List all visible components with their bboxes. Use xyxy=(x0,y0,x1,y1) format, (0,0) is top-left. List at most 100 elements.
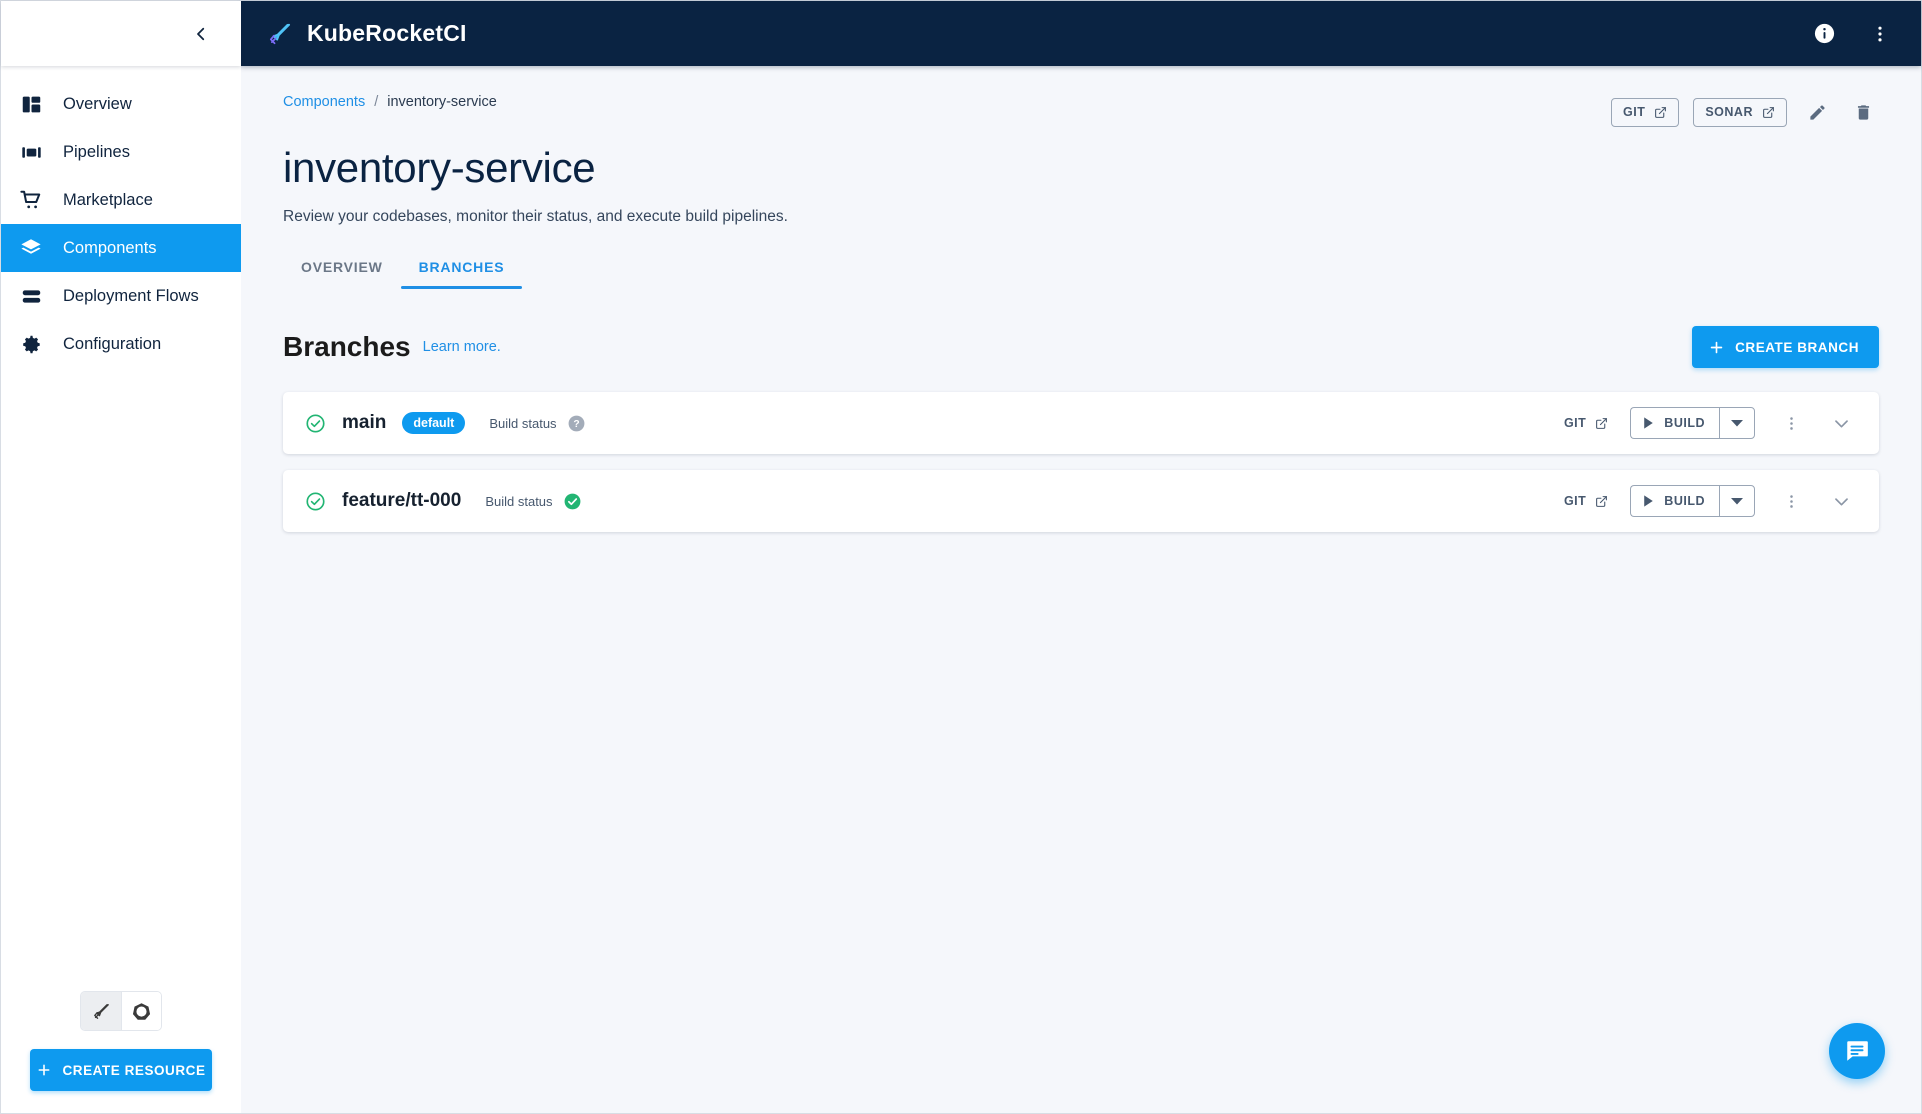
branch-git-link[interactable]: GIT xyxy=(1564,416,1608,430)
sidebar-item-pipelines[interactable]: Pipelines xyxy=(1,128,241,176)
branch-kebab-menu-button[interactable] xyxy=(1777,487,1805,515)
build-dropdown-button[interactable] xyxy=(1719,407,1755,439)
breadcrumb: Components / inventory-service xyxy=(283,94,497,110)
branch-git-link[interactable]: GIT xyxy=(1564,494,1608,508)
brand-name: KubeRocketCI xyxy=(307,20,467,46)
sidebar-item-label: Marketplace xyxy=(63,190,153,209)
external-link-icon xyxy=(1654,106,1667,119)
check-circle-outline-icon xyxy=(305,491,326,512)
chat-bubble-icon xyxy=(1844,1038,1870,1064)
status-badge: default xyxy=(402,412,466,434)
git-button-label: GIT xyxy=(1623,105,1646,119)
kubernetes-icon xyxy=(132,1002,151,1021)
chat-button[interactable] xyxy=(1829,1023,1885,1079)
sidebar-item-label: Pipelines xyxy=(63,142,130,161)
caret-down-icon xyxy=(1731,419,1743,427)
sidebar-item-label: Components xyxy=(63,238,157,257)
tab-branches[interactable]: BRANCHES xyxy=(400,259,523,289)
sidebar-collapse-button[interactable] xyxy=(185,18,217,50)
branch-kebab-menu-button[interactable] xyxy=(1777,409,1805,437)
branch-name: main xyxy=(342,412,387,433)
build-status: Build status xyxy=(485,492,581,511)
sonar-button[interactable]: SONAR xyxy=(1693,97,1787,127)
sidebar-item-deployment-flows[interactable]: Deployment Flows xyxy=(1,272,241,320)
chevron-down-icon xyxy=(1832,492,1851,511)
gear-icon xyxy=(17,330,45,358)
branches-title: Branches xyxy=(283,331,411,362)
delete-component-button[interactable] xyxy=(1847,96,1879,128)
header-actions: GIT SONAR xyxy=(1611,94,1879,128)
branch-name: feature/tt-000 xyxy=(342,490,462,511)
trash-icon xyxy=(1854,103,1873,122)
create-branch-button[interactable]: CREATE BRANCH xyxy=(1692,326,1879,368)
table-row[interactable]: main default Build status ? GIT BUILD xyxy=(283,392,1879,454)
build-button[interactable]: BUILD xyxy=(1630,485,1719,517)
build-status-label: Build status xyxy=(489,415,557,431)
pencil-icon xyxy=(1808,103,1827,122)
create-branch-label: CREATE BRANCH xyxy=(1735,339,1859,355)
learn-more-link[interactable]: Learn more. xyxy=(423,339,501,355)
page-title: inventory-service xyxy=(283,144,596,191)
chevron-down-icon xyxy=(1832,414,1851,433)
build-dropdown-button[interactable] xyxy=(1719,485,1755,517)
layers-icon xyxy=(17,234,45,262)
svg-text:?: ? xyxy=(573,419,579,430)
kebab-menu-icon xyxy=(1783,415,1800,432)
branch-identity: feature/tt-000 Build status xyxy=(305,490,582,512)
sidebar-item-configuration[interactable]: Configuration xyxy=(1,320,241,368)
table-row[interactable]: feature/tt-000 Build status GIT BUILD xyxy=(283,470,1879,532)
branch-expand-button[interactable] xyxy=(1827,487,1855,515)
plus-icon xyxy=(1708,339,1725,356)
branch-expand-button[interactable] xyxy=(1827,409,1855,437)
git-button[interactable]: GIT xyxy=(1611,97,1680,127)
build-status-label: Build status xyxy=(485,493,553,509)
page-subtitle: Review your codebases, monitor their sta… xyxy=(283,208,788,225)
chevron-left-icon xyxy=(192,25,210,43)
mode-button-krci[interactable] xyxy=(81,992,121,1030)
check-circle-filled-icon[interactable] xyxy=(563,492,582,511)
info-icon xyxy=(1813,22,1836,45)
branch-identity: main default Build status ? xyxy=(305,412,586,434)
sidebar-item-marketplace[interactable]: Marketplace xyxy=(1,176,241,224)
sidebar-footer: CREATE RESOURCE xyxy=(1,991,241,1113)
check-circle-outline-icon xyxy=(305,413,326,434)
flows-icon xyxy=(17,282,45,310)
tab-overview[interactable]: OVERVIEW xyxy=(283,259,401,289)
tab-bar: OVERVIEW BRANCHES xyxy=(283,259,1879,290)
build-button[interactable]: BUILD xyxy=(1630,407,1719,439)
branches-section-header: Branches Learn more. CREATE BRANCH xyxy=(283,326,1879,368)
brand[interactable]: KubeRocketCI xyxy=(267,20,467,47)
mode-button-kubernetes[interactable] xyxy=(121,992,161,1030)
kebab-menu-icon xyxy=(1783,493,1800,510)
info-button[interactable] xyxy=(1809,19,1839,49)
cart-icon xyxy=(17,186,45,214)
create-resource-button[interactable]: CREATE RESOURCE xyxy=(30,1049,212,1091)
topbar-menu-button[interactable] xyxy=(1865,19,1895,49)
sidebar: Overview Pipelines Marketplace Component… xyxy=(1,1,241,1113)
caret-down-icon xyxy=(1731,497,1743,505)
edit-component-button[interactable] xyxy=(1801,96,1833,128)
sidebar-item-components[interactable]: Components xyxy=(1,224,241,272)
branches-list: main default Build status ? GIT BUILD fe… xyxy=(283,392,1879,532)
sonar-button-label: SONAR xyxy=(1705,105,1753,119)
sidebar-header xyxy=(1,1,241,66)
topbar: KubeRocketCI xyxy=(241,1,1921,66)
page-content: Components / inventory-service GIT SONAR xyxy=(241,66,1921,1113)
breadcrumb-link-components[interactable]: Components xyxy=(283,94,365,110)
sidebar-item-label: Overview xyxy=(63,94,132,113)
build-status: Build status ? xyxy=(489,414,585,433)
create-resource-label: CREATE RESOURCE xyxy=(62,1062,206,1078)
breadcrumb-separator: / xyxy=(374,94,379,110)
application-window: Overview Pipelines Marketplace Component… xyxy=(0,0,1922,1114)
mode-switch xyxy=(80,991,162,1031)
sidebar-item-label: Configuration xyxy=(63,334,162,353)
sidebar-item-overview[interactable]: Overview xyxy=(1,80,241,128)
question-mark-icon[interactable]: ? xyxy=(567,414,586,433)
sidebar-nav: Overview Pipelines Marketplace Component… xyxy=(1,66,241,991)
external-link-icon xyxy=(1762,106,1775,119)
breadcrumb-current: inventory-service xyxy=(387,94,497,110)
pipelines-icon xyxy=(17,138,45,166)
breadcrumb-row: Components / inventory-service GIT SONAR xyxy=(283,66,1879,128)
main-region: KubeRocketCI Components / inventory-serv… xyxy=(241,1,1921,1113)
branch-actions: GIT BUILD xyxy=(1564,485,1855,517)
